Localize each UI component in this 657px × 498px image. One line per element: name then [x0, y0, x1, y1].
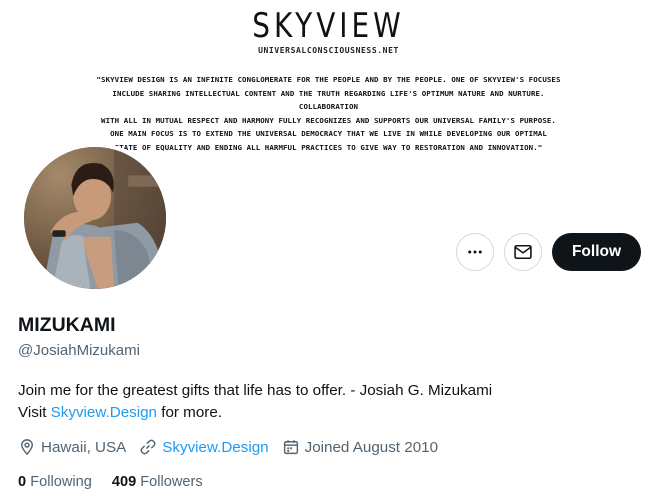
followers-label: Followers — [140, 474, 203, 490]
user-handle: @JosiahMizukami — [18, 342, 140, 359]
profile-bio: Join me for the greatest gifts that life… — [18, 380, 492, 424]
following-label: Following — [30, 474, 92, 490]
location-text: Hawaii, USA — [41, 438, 127, 456]
website-item[interactable]: Skyview.Design — [139, 438, 269, 456]
ellipsis-icon — [468, 250, 482, 254]
display-name: MIZUKAMI — [18, 314, 116, 336]
banner-quote-line: WITH ALL IN MUTUAL RESPECT AND HARMONY F… — [101, 115, 556, 125]
banner-quote: "SKYVIEW DESIGN IS AN INFINITE CONGLOMER… — [95, 73, 562, 154]
bio-line: Visit Skyview.Design for more. — [18, 402, 492, 424]
follow-stats: 0 Following 409 Followers — [18, 474, 223, 490]
website-link[interactable]: Skyview.Design — [162, 439, 268, 456]
bio-website-link[interactable]: Skyview.Design — [51, 404, 157, 421]
joined-item: Joined August 2010 — [282, 438, 438, 456]
banner-subtitle: UNIVERSALCONSCIOUSNESS.NET — [258, 46, 399, 55]
banner-logo-text: SKYVIEW — [252, 6, 405, 46]
following-link[interactable]: 0 Following — [18, 474, 92, 490]
bio-visit-text: Visit — [18, 404, 51, 421]
followers-link[interactable]: 409 Followers — [112, 474, 203, 490]
more-options-button[interactable] — [456, 233, 494, 271]
location-pin-icon — [21, 439, 33, 456]
banner-quote-line: "SKYVIEW DESIGN IS AN INFINITE CONGLOMER… — [96, 75, 561, 84]
joined-text: Joined August 2010 — [304, 438, 439, 456]
banner-quote-line: ONE MAIN FOCUS IS TO EXTEND THE UNIVERSA… — [110, 129, 547, 138]
location-item: Hawaii, USA — [18, 438, 126, 456]
banner-quote-line: INCLUDE SHARING INTELLECTUAL CONTENT AND… — [112, 88, 545, 112]
avatar[interactable] — [20, 143, 170, 293]
bio-after-text: for more. — [157, 404, 222, 421]
bio-line: Join me for the greatest gifts that life… — [18, 382, 493, 399]
link-icon — [140, 439, 156, 455]
follow-button[interactable]: Follow — [552, 233, 641, 271]
message-button[interactable] — [504, 233, 542, 271]
avatar-photo — [24, 147, 166, 289]
envelope-icon — [514, 244, 532, 260]
following-count: 0 — [18, 474, 27, 490]
profile-meta: Hawaii, USA Skyview.Design Joined August… — [18, 436, 451, 458]
followers-count: 409 — [111, 474, 137, 490]
calendar-icon — [283, 440, 298, 455]
banner-quote-line: STATE OF EQUALITY AND ENDING ALL HARMFUL… — [114, 142, 543, 152]
